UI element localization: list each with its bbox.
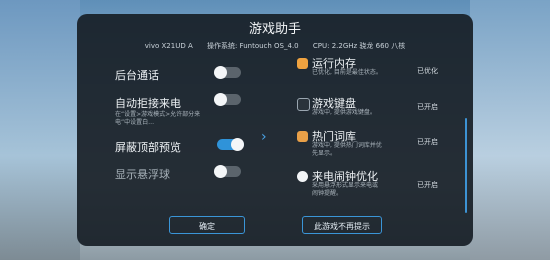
background-call-toggle[interactable] (214, 66, 241, 79)
setting-label: 显示悬浮球 (115, 168, 170, 181)
device-model: vivo X21UD A (144, 42, 193, 50)
keyboard-icon (297, 98, 310, 111)
background-left (0, 0, 80, 260)
alarm-icon (297, 171, 308, 182)
scrollbar[interactable] (465, 118, 467, 213)
feature-status: 已开启 (417, 138, 438, 146)
feature-status: 已开启 (417, 181, 438, 189)
toggle-knob (214, 93, 227, 106)
feature-description: 游戏中, 提供热门词库并优先显示。 (312, 142, 382, 157)
device-os: 操作系统: Funtouch OS_4.0 (206, 42, 299, 50)
setting-show-floating-ball: 显示悬浮球 (115, 163, 170, 182)
feature-status: 已优化 (417, 67, 438, 75)
toggle-knob (214, 165, 227, 178)
toggle-knob (214, 66, 227, 79)
floating-ball-toggle[interactable] (214, 165, 241, 178)
block-preview-toggle[interactable] (217, 138, 244, 151)
dont-show-again-button[interactable]: 此游戏不再提示 (302, 216, 382, 234)
memory-icon (297, 58, 308, 69)
device-info: vivo X21UD A 操作系统: Funtouch OS_4.0 CPU: … (77, 41, 473, 51)
device-cpu: CPU: 2.2GHz 骁龙 660 八核 (312, 42, 406, 50)
setting-description: 在“设置>游戏模式>允许部分来电”中设置白… (115, 111, 201, 126)
auto-reject-toggle[interactable] (214, 93, 241, 106)
feature-status: 已开启 (417, 103, 438, 111)
background-right (470, 0, 550, 260)
game-assistant-dialog: 游戏助手 vivo X21UD A 操作系统: Funtouch OS_4.0 … (77, 14, 473, 246)
feature-description: 已优化, 目前是最佳状态。 (312, 69, 382, 76)
toggle-knob (231, 138, 244, 151)
setting-background-call: 后台通话 (115, 64, 159, 83)
dictionary-icon (297, 131, 308, 142)
setting-auto-reject-call: 自动拒接来电 (115, 92, 181, 111)
dialog-title: 游戏助手 (248, 22, 301, 37)
setting-label: 后台通话 (115, 69, 159, 82)
feature-description: 游戏中, 提供游戏键盘。 (312, 109, 376, 116)
setting-label: 自动拒接来电 (115, 97, 181, 110)
confirm-button[interactable]: 确定 (169, 216, 245, 234)
setting-label: 屏蔽顶部预览 (115, 141, 181, 154)
setting-block-top-preview: 屏蔽顶部预览 (115, 136, 181, 155)
feature-description: 采用悬浮形式显示来电或闹钟提醒。 (312, 182, 379, 197)
chevron-right-icon[interactable]: › (261, 129, 267, 145)
